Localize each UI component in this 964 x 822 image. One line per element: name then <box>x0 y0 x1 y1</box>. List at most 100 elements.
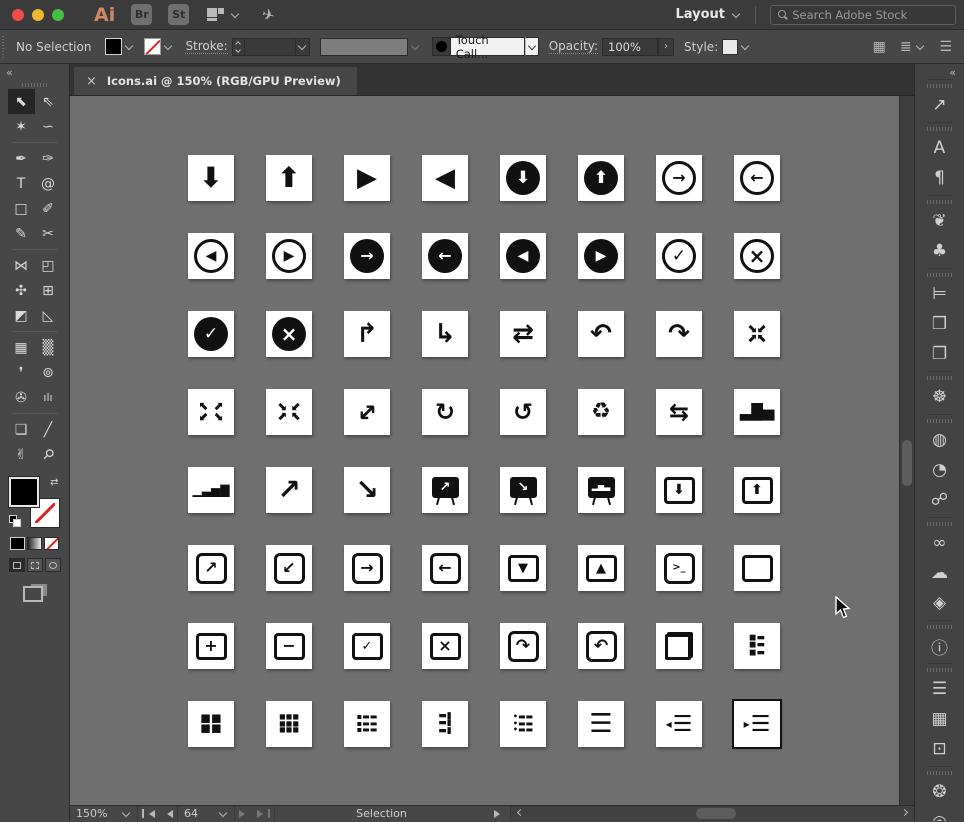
draw-normal-button[interactable] <box>9 558 25 572</box>
lasso-tool[interactable]: ∽ <box>35 114 62 139</box>
panel-grip[interactable] <box>22 83 48 87</box>
icon-tile-circle-check-outline[interactable]: ✓ <box>656 233 702 279</box>
icon-tile-window-dropdown[interactable]: ▼ <box>500 545 546 591</box>
panel-grip[interactable] <box>927 273 953 277</box>
icon-tile-circle-arrow-left[interactable]: ← <box>422 233 468 279</box>
icon-tile-circle-arrow-up[interactable]: ⬆ <box>578 155 624 201</box>
column-graph-tool[interactable]: ılı <box>35 385 62 410</box>
swap-fill-stroke-icon[interactable]: ⇄ <box>50 477 58 488</box>
stroke-color-swatch[interactable] <box>144 38 161 55</box>
icon-tile-circle-play-right[interactable]: ▶ <box>578 233 624 279</box>
magic-wand-tool[interactable]: ✶ <box>8 114 35 139</box>
icon-tile-circle-x[interactable]: × <box>266 311 312 357</box>
status-menu-button[interactable] <box>494 810 504 818</box>
paintbrush-tool[interactable]: ✐ <box>35 196 62 221</box>
style-dropdown[interactable] <box>738 38 752 55</box>
scissors-tool[interactable]: ✂ <box>35 221 62 246</box>
type-tool[interactable]: T <box>8 171 35 196</box>
asset-export-icon[interactable]: ⊡ <box>927 734 953 764</box>
panel-grip[interactable] <box>927 625 953 629</box>
profile-dropdown[interactable] <box>408 38 422 55</box>
previous-artboard-button[interactable] <box>163 810 173 818</box>
icon-tile-window-arrow-down[interactable]: ⬇ <box>656 467 702 513</box>
icon-tile-circle-arrow-right-outline[interactable]: → <box>656 155 702 201</box>
icon-tile-corner-arrow-down[interactable]: ↳ <box>422 311 468 357</box>
vertical-scrollbar[interactable] <box>899 96 914 805</box>
icon-tile-collapse-to-center[interactable]: ⬊ ⬋⬈ ⬉ <box>266 389 312 435</box>
scroll-left-icon[interactable] <box>517 809 524 816</box>
first-artboard-button[interactable] <box>142 809 155 818</box>
fill-color-dropdown[interactable] <box>122 38 136 55</box>
workspace-grid-icon[interactable]: ▦ <box>873 39 886 55</box>
document-tab[interactable]: × Icons.ai @ 150% (RGB/GPU Preview) <box>74 67 357 95</box>
zoom-level-dropdown[interactable]: 150% <box>70 806 138 821</box>
icon-tile-window-arrow-up[interactable]: ⬆ <box>734 467 780 513</box>
maximize-window-button[interactable] <box>52 9 64 21</box>
icon-tile-signal-bars[interactable]: ▁▃▅▇ <box>188 467 234 513</box>
brushes-icon[interactable]: ❦ <box>927 206 953 236</box>
free-transform-tool[interactable]: ◰ <box>35 253 62 278</box>
panel-grip[interactable] <box>927 127 953 131</box>
stroke-color-dropdown[interactable] <box>161 38 175 55</box>
symbols-icon[interactable]: ♣ <box>927 236 953 266</box>
icon-tile-circle-arrow-down[interactable]: ⬇ <box>500 155 546 201</box>
horizontal-scrollbar[interactable] <box>510 806 914 821</box>
icon-tile-bar-chart[interactable]: ▃█▅ <box>734 389 780 435</box>
curvature-tool[interactable]: ✑ <box>35 146 62 171</box>
fill-proxy-swatch[interactable] <box>9 477 39 507</box>
vertical-scrollbar-thumb[interactable] <box>902 440 912 486</box>
icon-tile-window-plus[interactable]: + <box>188 623 234 669</box>
panel-grip[interactable] <box>927 84 953 88</box>
color-icon[interactable]: ❂ <box>927 777 953 807</box>
icon-tile-trend-down[interactable]: ↘ <box>344 467 390 513</box>
panel-grip[interactable] <box>927 376 953 380</box>
eyedropper-tool[interactable]: ❜ <box>8 360 35 385</box>
icon-tile-sign-in-right[interactable]: → <box>344 545 390 591</box>
icon-tile-window-collapse[interactable]: ▲ <box>578 545 624 591</box>
icon-tile-trend-up[interactable]: ↗ <box>266 467 312 513</box>
stroke-weight-dropdown[interactable] <box>296 38 310 56</box>
stroke-weight-field[interactable] <box>244 38 296 56</box>
rectangle-tool[interactable]: □ <box>8 196 35 221</box>
icon-tile-arrow-up-bold[interactable]: ⬆ <box>266 155 312 201</box>
layout-workspace-menu[interactable]: Layout <box>675 7 741 22</box>
pen-tool[interactable]: ✒ <box>8 146 35 171</box>
icon-tile-split-layout[interactable]: ▬▮▬▮▬▮ <box>422 701 468 747</box>
reflect-tool[interactable]: ⋈ <box>8 253 35 278</box>
color-button[interactable] <box>10 537 25 550</box>
icon-tile-grid-2x2[interactable]: ◼◼◼◼ <box>188 701 234 747</box>
layers-icon[interactable]: ◈ <box>927 588 953 618</box>
selection-tool[interactable]: ⬉ <box>8 89 35 114</box>
icon-tile-detail-list[interactable]: ◼▬◼▬◼▬ <box>734 623 780 669</box>
icon-tile-window-x[interactable]: × <box>422 623 468 669</box>
paragraph-icon[interactable]: ¶ <box>927 163 953 193</box>
panel-grip[interactable] <box>927 668 953 672</box>
screen-mode-button[interactable] <box>23 584 47 602</box>
icon-tile-swap-horizontal[interactable]: ⇄ <box>500 311 546 357</box>
brush-dropdown[interactable] <box>525 37 539 56</box>
links-icon[interactable]: ∞ <box>927 528 953 558</box>
gradient-button[interactable] <box>27 537 42 550</box>
close-tab-icon[interactable]: × <box>86 74 97 89</box>
align-icon[interactable]: ⊨ <box>927 279 953 309</box>
symbol-sprayer-tool[interactable]: ✇ <box>8 385 35 410</box>
panel-grip[interactable] <box>927 771 953 775</box>
icon-tile-box-arrow-up-right[interactable]: ↗ <box>188 545 234 591</box>
icon-tile-list-squares[interactable]: ▪▬▬▪▬▬▪▬▬ <box>344 701 390 747</box>
icon-tile-rotate-arrow[interactable]: ↻ <box>422 389 468 435</box>
last-artboard-button[interactable] <box>257 809 270 818</box>
color-guide-icon[interactable]: ◎ <box>927 807 953 821</box>
canvas[interactable]: ⬇⬆▶◀⬇⬆→←◀▶→←◀▶✓×✓×↱↳⇄↶↷⬊⬋⬈⬉⬉ ⬈⬋ ⬊⬊ ⬋⬈ ⬉↔… <box>70 96 914 805</box>
icon-tile-circle-play-left-outline[interactable]: ◀ <box>188 233 234 279</box>
icon-tile-window-check[interactable]: ✓ <box>344 623 390 669</box>
expand-panels-icon[interactable]: « <box>941 64 964 79</box>
icon-tile-expand-arrows[interactable]: ⬉ ⬈⬋ ⬊ <box>188 389 234 435</box>
icon-tile-easel-bar-chart[interactable]: ▂▅▃ <box>578 467 624 513</box>
icon-tile-menu-lines[interactable]: ☰ <box>578 701 624 747</box>
icon-tile-circle-x-outline[interactable]: × <box>734 233 780 279</box>
minimize-window-button[interactable] <box>32 9 44 21</box>
icon-tile-bullet-list[interactable]: •▬▬•▬▬•▬▬ <box>500 701 546 747</box>
brush-definition[interactable]: Touch Call... <box>432 37 539 56</box>
icon-tile-circle-arrow-right[interactable]: → <box>344 233 390 279</box>
stroke-weight-stepper[interactable] <box>232 38 244 56</box>
